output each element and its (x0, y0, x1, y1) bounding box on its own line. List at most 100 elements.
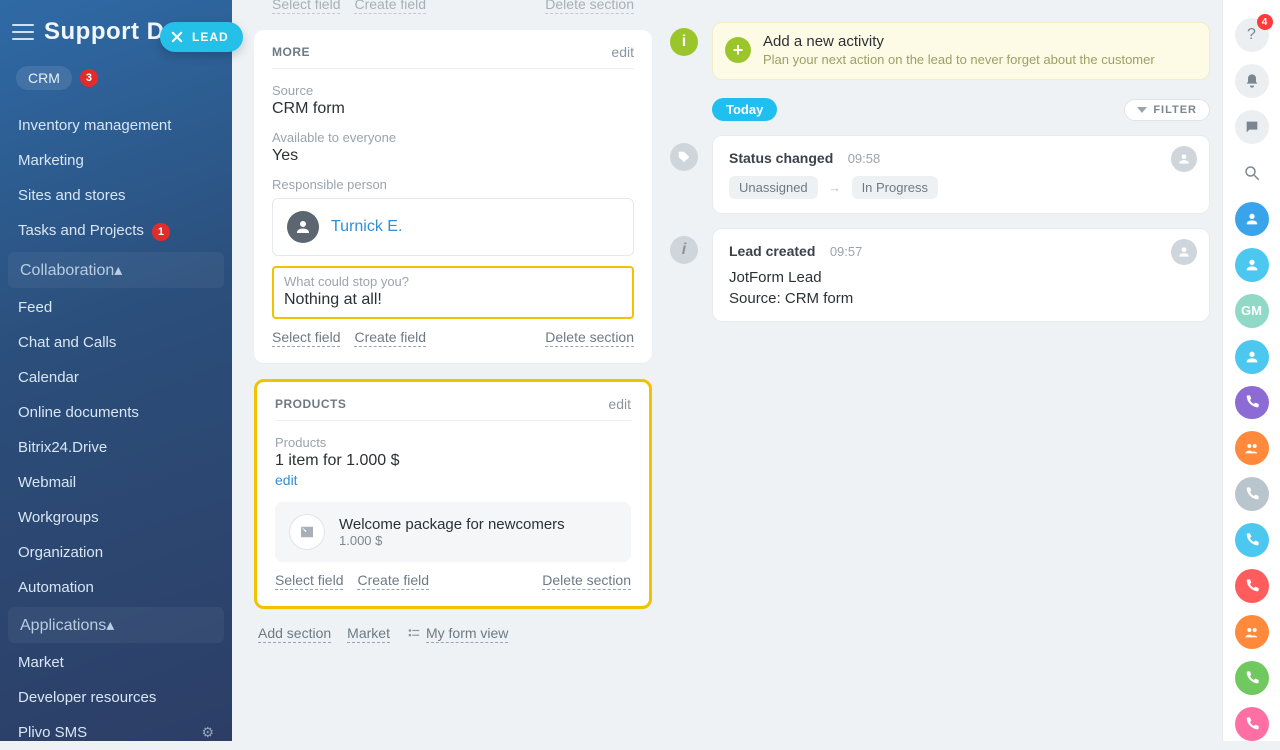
sidebar-group-collaboration[interactable]: Collaboration▴ (8, 252, 224, 288)
rail-app-people[interactable] (1235, 615, 1269, 649)
add-activity-banner[interactable]: + Add a new activity Plan your next acti… (712, 22, 1210, 80)
sidebar-item-crm[interactable]: CRM (16, 66, 72, 90)
chevron-up-icon: ▴ (106, 617, 114, 634)
product-name: Welcome package for newcomers (339, 516, 565, 533)
rail-call-4[interactable] (1235, 661, 1269, 695)
help-badge: 4 (1257, 14, 1273, 30)
sidebar-item-devres[interactable]: Developer resources (0, 680, 232, 715)
sidebar-item-feed[interactable]: Feed (0, 290, 232, 325)
form-view-icon (406, 627, 422, 641)
close-icon[interactable] (170, 30, 184, 44)
field-label-responsible: Responsible person (272, 177, 634, 192)
product-price: 1.000 $ (339, 533, 565, 548)
create-field-link[interactable]: Create field (354, 329, 426, 347)
sidebar-item-tasks[interactable]: Tasks and Projects1 (0, 213, 232, 250)
market-link[interactable]: Market (347, 625, 390, 643)
edit-section-link[interactable]: edit (608, 396, 631, 412)
sidebar-item-plivo[interactable]: Plivo SMS⚙ (0, 715, 232, 750)
chat-button[interactable] (1235, 110, 1269, 144)
rail-app-viber[interactable] (1235, 386, 1269, 420)
sidebar-group-applications[interactable]: Applications▴ (8, 607, 224, 643)
rail-call-5[interactable] (1235, 707, 1269, 741)
sidebar-item-docs[interactable]: Online documents (0, 395, 232, 430)
banner-subtitle: Plan your next action on the lead to nev… (763, 52, 1195, 67)
search-button[interactable] (1235, 156, 1269, 190)
tasks-badge: 1 (152, 223, 170, 241)
phone-icon (1244, 486, 1260, 502)
image-icon (289, 514, 325, 550)
plus-icon[interactable]: + (725, 37, 751, 63)
filter-button[interactable]: FILTER (1124, 99, 1210, 121)
app-sidebar: Support DA CRM 3 Inventory management Ma… (0, 0, 232, 741)
sidebar-item-marketing[interactable]: Marketing (0, 143, 232, 178)
section-products: PRODUCTS edit Products 1 item for 1.000 … (254, 379, 652, 609)
rail-contact-3[interactable] (1235, 340, 1269, 374)
chat-icon (1244, 119, 1260, 135)
delete-section-link[interactable]: Delete section (545, 329, 634, 347)
close-lead-chip[interactable]: LEAD (160, 22, 243, 52)
add-section-link[interactable]: Add section (258, 625, 331, 643)
create-field-link[interactable]: Create field (357, 572, 429, 590)
bell-icon (1244, 73, 1260, 89)
status-to: In Progress (852, 176, 938, 199)
create-field-link[interactable]: Create field (354, 0, 426, 14)
select-field-link[interactable]: Select field (272, 329, 340, 347)
responsible-person[interactable]: Turnick E. (272, 198, 634, 256)
person-avatar-icon (287, 211, 319, 243)
status-time: 09:58 (848, 151, 881, 166)
rail-contact-2[interactable] (1235, 248, 1269, 282)
status-from: Unassigned (729, 176, 818, 199)
phone-icon (1244, 394, 1260, 410)
rail-contact-gm[interactable]: GM (1235, 294, 1269, 328)
sidebar-item-calendar[interactable]: Calendar (0, 360, 232, 395)
delete-section-link[interactable]: Delete section (542, 572, 631, 590)
sidebar-item-sites[interactable]: Sites and stores (0, 178, 232, 213)
custom-field-highlight: What could stop you? Nothing at all! (272, 266, 634, 319)
field-label-stop: What could stop you? (284, 274, 622, 289)
field-label-products: Products (275, 435, 631, 450)
created-time: 09:57 (830, 244, 863, 259)
form-view-link[interactable]: My form view (406, 625, 508, 643)
rail-call-3[interactable] (1235, 569, 1269, 603)
select-field-link[interactable]: Select field (275, 572, 343, 590)
section-title: MORE (272, 45, 310, 59)
sidebar-item-organization[interactable]: Organization (0, 535, 232, 570)
lead-timeline: i + Add a new activity Plan your next ac… (662, 0, 1218, 741)
sidebar-item-market[interactable]: Market (0, 645, 232, 680)
delete-section-link[interactable]: Delete section (545, 0, 634, 14)
info-icon: i (670, 236, 698, 264)
rail-call-2[interactable] (1235, 523, 1269, 557)
sidebar-item-automation[interactable]: Automation (0, 570, 232, 605)
help-button[interactable]: ?4 (1235, 18, 1269, 52)
banner-title: Add a new activity (763, 33, 1195, 50)
sidebar-item-inventory[interactable]: Inventory management (0, 108, 232, 143)
field-label-available: Available to everyone (272, 130, 634, 145)
chevron-up-icon: ▴ (114, 262, 122, 279)
sidebar-item-webmail[interactable]: Webmail (0, 465, 232, 500)
field-value-source: CRM form (272, 100, 634, 118)
responsible-name[interactable]: Turnick E. (331, 218, 402, 236)
phone-icon (1244, 532, 1260, 548)
product-row[interactable]: Welcome package for newcomers 1.000 $ (275, 502, 631, 562)
info-icon: i (670, 28, 698, 56)
gear-icon[interactable]: ⚙ (201, 724, 214, 741)
sidebar-item-workgroups[interactable]: Workgroups (0, 500, 232, 535)
rail-app-contacts[interactable] (1235, 431, 1269, 465)
timeline-item-created: Lead created 09:57 JotForm Lead Source: … (712, 228, 1210, 322)
edit-section-link[interactable]: edit (611, 44, 634, 60)
rail-call-1[interactable] (1235, 477, 1269, 511)
created-line2: Source: CRM form (729, 290, 1193, 307)
timeline-item-status: Status changed 09:58 Unassigned → In Pro… (712, 135, 1210, 214)
right-rail: ?4 GM (1222, 0, 1280, 741)
sidebar-item-chat[interactable]: Chat and Calls (0, 325, 232, 360)
menu-icon[interactable] (12, 24, 34, 40)
status-title: Status changed (729, 150, 833, 166)
rail-contact-1[interactable] (1235, 202, 1269, 236)
sidebar-item-drive[interactable]: Bitrix24.Drive (0, 430, 232, 465)
select-field-link[interactable]: Select field (272, 0, 340, 14)
products-edit-link[interactable]: edit (275, 472, 631, 488)
products-summary: 1 item for 1.000 $ (275, 452, 631, 470)
notifications-button[interactable] (1235, 64, 1269, 98)
search-icon (1243, 164, 1261, 182)
timeline-today-pill: Today (712, 98, 777, 121)
